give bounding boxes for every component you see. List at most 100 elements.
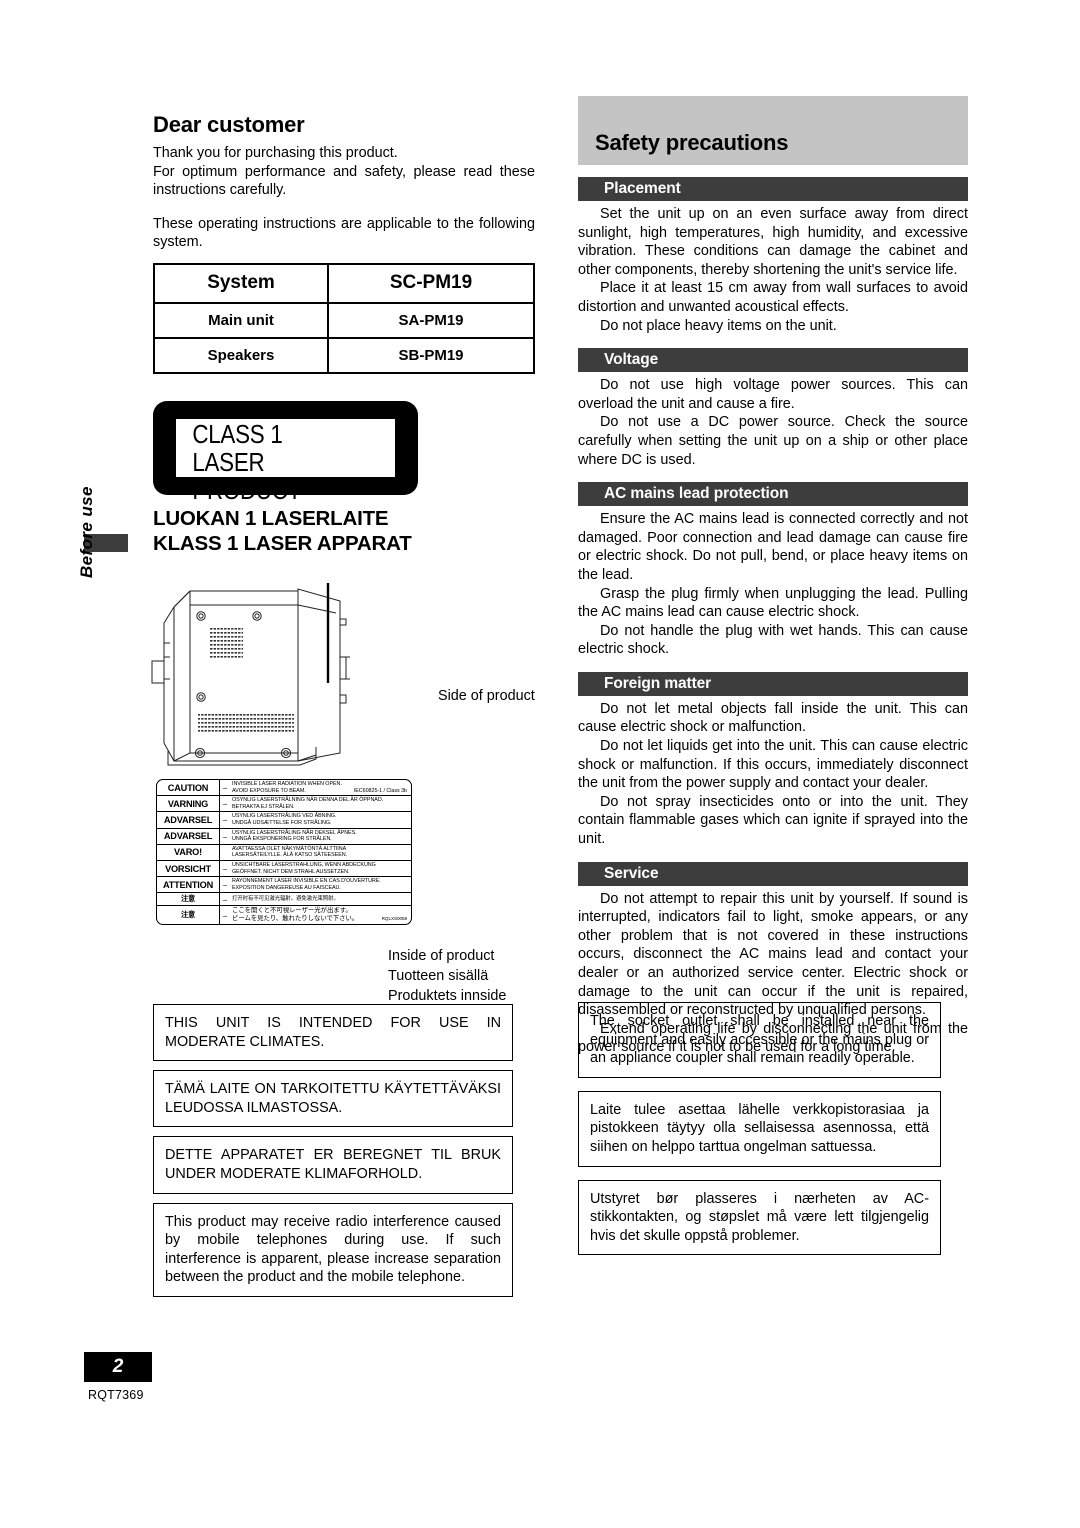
caution-dash-7: – — [219, 892, 230, 906]
caution-body-7-line1: 打开时有不可见激光辐射。避免激光束照射。 — [232, 895, 339, 902]
section-body-foreign-matter: Do not let metal objects fall inside the… — [578, 696, 968, 849]
document-code: RQT7369 — [88, 1388, 144, 1402]
caution-body-4-line1: AVATTAESSA OLET NÄKYMÄTÖNTÄ ALTTIINA — [232, 845, 347, 852]
intro-line-2: For optimum performance and safety, plea… — [153, 163, 535, 199]
caution-body-1-line1: OSYNLIG LASERSTRÅLNING NÄR DENNA DEL ÄR … — [232, 797, 384, 804]
page-number: 2 — [84, 1352, 152, 1382]
section-header-placement: Placement — [578, 177, 968, 201]
table-row: ATTENTION – RAYONNEMENT LASER INVISIBLE … — [157, 876, 411, 893]
placement-paragraph-2: Place it at least 15 cm away from wall s… — [578, 280, 968, 315]
caution-dash-2: – — [219, 811, 230, 829]
laser-badge-line-2: LASER PRODUCT — [192, 446, 302, 505]
foreign-matter-paragraph-2: Do not let liquids get into the unit. Th… — [578, 738, 968, 792]
notice-socket-outlet-en: The socket outlet shall be installed nea… — [578, 1002, 941, 1078]
ac-mains-paragraph-1: Ensure the AC mains lead is connected co… — [578, 511, 968, 583]
table-row: 注意 – 打开时有不可见激光辐射。避免激光束照射。 — [157, 892, 411, 906]
inside-of-product-captions: Inside of product Tuotteen sisällä Produ… — [388, 946, 506, 1006]
caution-dash-0: – — [222, 783, 228, 793]
caution-body-2: USYNLIG LASERSTRÅLING VED ÅBNING. UNDGÅ … — [230, 811, 411, 829]
intro-line-1: Thank you for purchasing this product. — [153, 145, 398, 161]
caution-body-2-line2: UNDGÅ UDSÆTTELSE FOR STRÅLING. — [232, 819, 332, 826]
main-unit-label: Main unit — [153, 301, 329, 339]
caution-label-table: CAUTION – INVISIBLE LASER RADIATION WHEN… — [157, 780, 411, 925]
notice-radio-interference: This product may receive radio interfere… — [153, 1202, 513, 1297]
table-row: Main unit SA-PM19 — [153, 301, 535, 339]
inside-caption-en: Inside of product — [388, 948, 495, 964]
table-row: CAUTION – INVISIBLE LASER RADIATION WHEN… — [157, 780, 411, 796]
caution-lang-4: VARO! — [157, 843, 220, 861]
table-row: System SC-PM19 — [153, 262, 535, 304]
placement-paragraph-1: Set the unit up on an even surface away … — [578, 206, 968, 278]
notice-moderate-climates-fi: TÄMÄ LAITE ON TARKOITETTU KÄYTETTÄVÄKSI … — [153, 1070, 513, 1128]
system-model-table: System SC-PM19 Main unit SA-PM19 Speaker… — [153, 262, 535, 374]
product-side-view-svg — [151, 583, 350, 766]
caution-body-4: AVATTAESSA OLET NÄKYMÄTÖNTÄ ALTTIINA LAS… — [230, 843, 411, 861]
inside-caption-no: Produktets innside — [388, 988, 507, 1004]
caution-body-3: USYNLIG LASERSTRÅLING NÅR DEKSEL ÅPNES. … — [230, 827, 411, 845]
foreign-matter-paragraph-3: Do not spray insecticides onto or into t… — [578, 793, 968, 848]
luokan-klass-heading: LUOKAN 1 LASERLAITE KLASS 1 LASER APPARA… — [153, 506, 535, 556]
caution-body-5: UNSICHTBARE LASERSTRAHLUNG, WENN ABDECKU… — [230, 859, 411, 877]
caution-body-5-line1: UNSICHTBARE LASERSTRAHLUNG, WENN ABDECKU… — [232, 861, 376, 868]
luokan-line-2: KLASS 1 LASER APPARAT — [153, 531, 412, 555]
class-1-laser-product-badge: CLASS 1 LASER PRODUCT — [153, 400, 418, 504]
service-paragraph-1: Do not attempt to repair this unit by yo… — [578, 890, 968, 1019]
right-notice-boxes: The socket outlet shall be installed nea… — [578, 1002, 941, 1268]
table-row: VARNING – OSYNLIG LASERSTRÅLNING NÄR DEN… — [157, 795, 411, 812]
caution-body-8-note: RQLXS0058 — [381, 916, 407, 922]
side-of-product-caption: Side of product — [438, 688, 535, 704]
foreign-matter-paragraph-1: Do not let metal objects fall inside the… — [578, 700, 968, 736]
caution-body-8-line1: ここを開くと不可視レーザー光が出ます。 — [232, 907, 352, 915]
notice-socket-outlet-no: Utstyret bør plasseres i nærheten av AC-… — [578, 1179, 941, 1256]
left-column: Dear customer Thank you for purchasing t… — [153, 112, 535, 556]
safety-precautions-title: Safety precautions — [595, 130, 789, 155]
laser-badge-line-1: CLASS 1 — [192, 418, 283, 449]
caution-lang-1: VARNING — [157, 795, 220, 812]
caution-body-2-line1: USYNLIG LASERSTRÅLING VED ÅBNING. — [232, 813, 337, 820]
luokan-line-1: LUOKAN 1 LASERLAITE — [153, 506, 389, 530]
dear-customer-title: Dear customer — [153, 112, 305, 137]
caution-body-4-line2: LASERSÄTEILYLLE. ÄLÄ KATSO SÄTEESEEN. — [232, 852, 348, 859]
caution-lang-2: ADVARSEL — [157, 811, 220, 829]
notice-moderate-climates-no: DETTE APPARATET ER BEREGNET TIL BRUK UND… — [153, 1136, 513, 1194]
table-row: VORSICHT – UNSICHTBARE LASERSTRAHLUNG, W… — [157, 859, 411, 877]
caution-lang-6: ATTENTION — [157, 876, 220, 893]
table-row: VARO! AVATTAESSA OLET NÄKYMÄTÖNTÄ ALTTII… — [157, 843, 411, 861]
caution-body-6-line1: RAYONNEMENT LASER INVISIBLE EN CAS D'OUV… — [232, 878, 381, 885]
section-body-placement: Set the unit up on an even surface away … — [578, 201, 968, 335]
section-header-foreign-matter: Foreign matter — [578, 671, 968, 696]
caution-dash-6: – — [219, 876, 230, 893]
left-notice-boxes: THIS UNIT IS INTENDED FOR USE IN MODERAT… — [153, 1004, 513, 1306]
section-body-ac-mains-lead-protection: Ensure the AC mains lead is connected co… — [578, 506, 968, 659]
safety-precautions-banner: Safety precautions — [578, 96, 968, 165]
right-column: Placement Set the unit up on an even sur… — [578, 177, 968, 1057]
table-row: 注意 – ここを開くと不可視レーザー光が出ます。 RQLXS0058 ビームを見た… — [157, 905, 411, 925]
laser-caution-multilingual-label: CAUTION – INVISIBLE LASER RADIATION WHEN… — [156, 779, 412, 926]
caution-dash-3: – — [219, 827, 230, 845]
section-header-voltage: Voltage — [578, 348, 968, 373]
caution-lang-0: CAUTION — [157, 780, 220, 796]
caution-body-5-line2: GEÖFFNET. NICHT DEM STRAHL AUSSETZEN. — [232, 868, 350, 875]
caution-body-0-line1: INVISIBLE LASER RADIATION WHEN OPEN. — [232, 781, 342, 787]
caution-body-0-line2: AVOID EXPOSURE TO BEAM. — [232, 787, 306, 794]
main-unit-value: SA-PM19 — [327, 301, 535, 339]
voltage-paragraph-1: Do not use high voltage power sources. T… — [578, 377, 968, 412]
caution-dash-5: – — [219, 859, 230, 877]
product-side-view-illustration — [150, 583, 440, 773]
caution-body-0: INVISIBLE LASER RADIATION WHEN OPEN. IEC… — [230, 780, 411, 796]
section-header-ac-mains-lead-protection: AC mains lead protection — [578, 482, 968, 507]
before-use-side-label: Before use — [77, 486, 96, 578]
caution-dash-1: – — [219, 795, 230, 812]
caution-body-3-line1: USYNLIG LASERSTRÅLING NÅR DEKSEL ÅPNES. — [232, 829, 357, 836]
section-header-service: Service — [578, 861, 968, 886]
caution-body-8-line2: ビームを見たり、触れたりしないで下さい。 — [232, 915, 359, 923]
intro-line-3: These operating instructions are applica… — [153, 215, 535, 251]
table-row: Speakers SB-PM19 — [153, 336, 535, 374]
notice-moderate-climates-en: THIS UNIT IS INTENDED FOR USE IN MODERAT… — [153, 1004, 513, 1062]
caution-dash-4 — [219, 843, 230, 861]
caution-lang-8: 注意 — [157, 905, 220, 925]
speakers-label: Speakers — [153, 336, 329, 374]
placement-paragraph-3: Do not place heavy items on the unit. — [600, 317, 837, 334]
ac-mains-paragraph-2: Grasp the plug firmly when unplugging th… — [578, 585, 968, 621]
inside-caption-fi: Tuotteen sisällä — [388, 968, 489, 984]
